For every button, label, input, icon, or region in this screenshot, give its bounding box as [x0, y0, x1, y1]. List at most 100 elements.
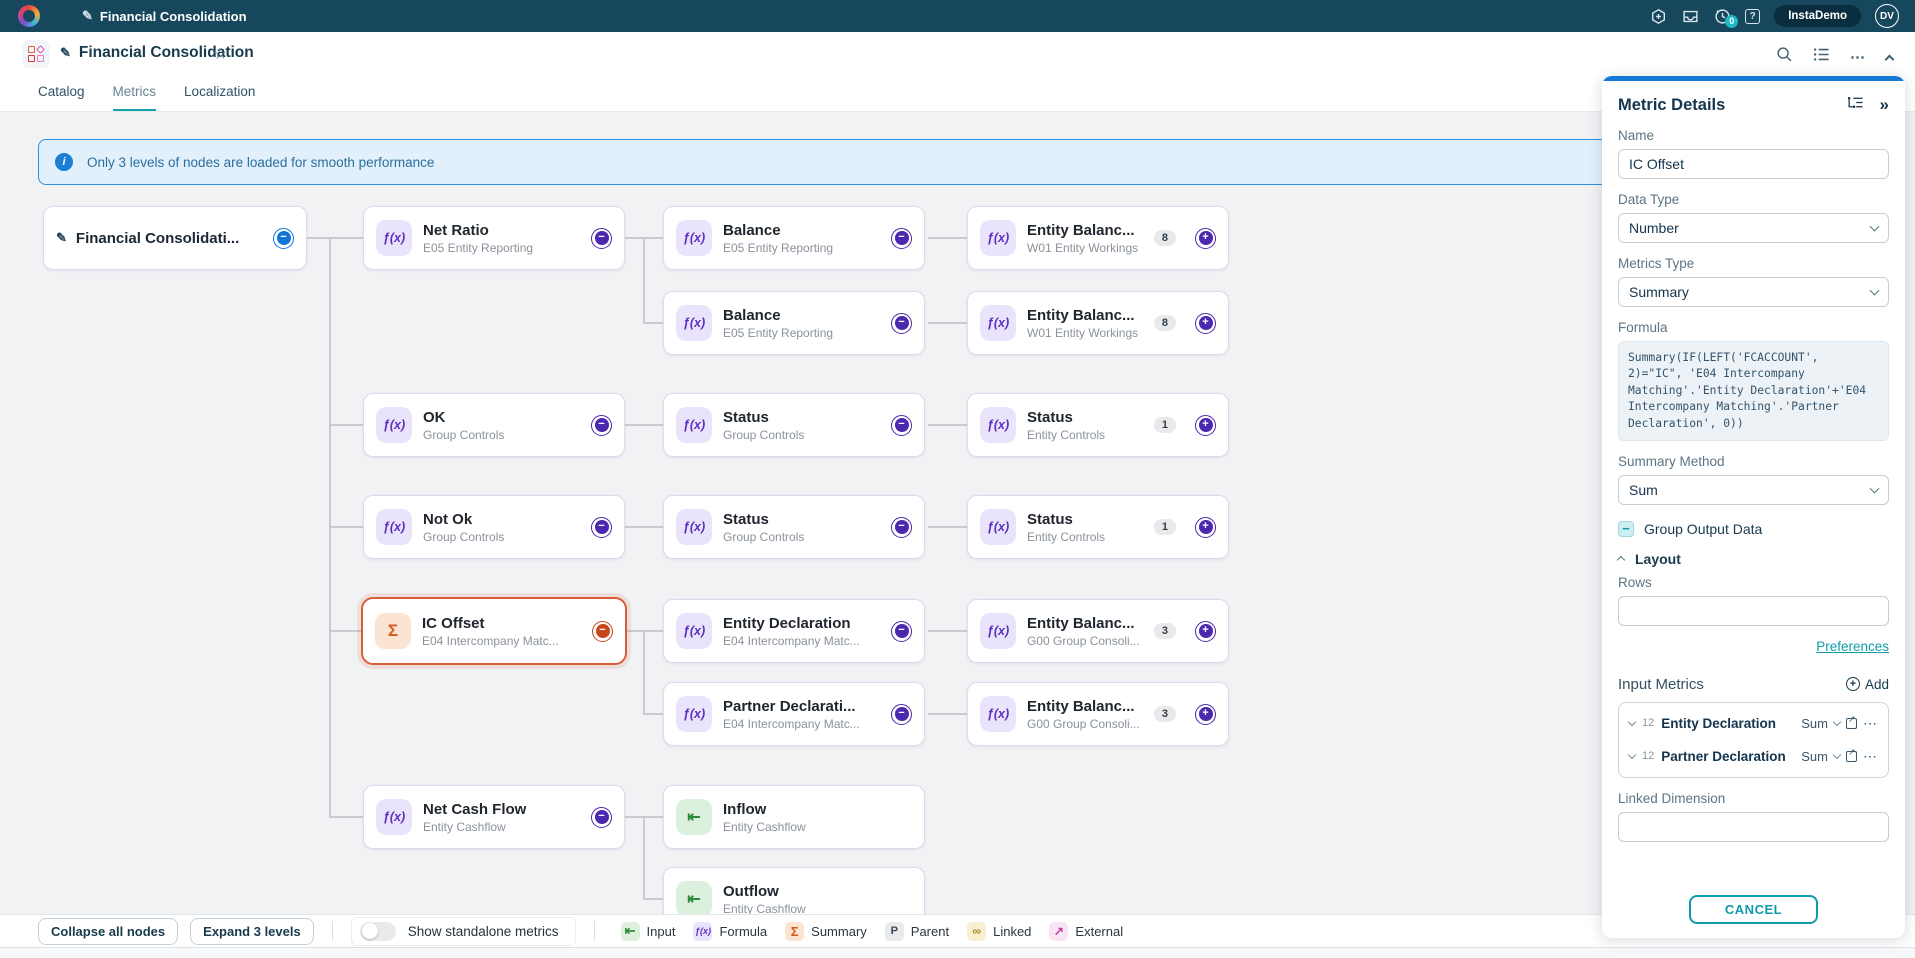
chevron-down-icon[interactable]	[1628, 718, 1636, 726]
number-type-icon: 12	[1642, 717, 1654, 729]
search-icon[interactable]	[1776, 46, 1793, 68]
expand-node-button[interactable]: +	[1195, 621, 1216, 642]
summary-icon: Σ	[375, 613, 411, 649]
metric-node[interactable]: ƒ(x) Entity Balanc...G00 Group Consoli..…	[967, 682, 1229, 746]
app-logo[interactable]	[18, 5, 40, 27]
top-bar: ✎ Financial Consolidation 0 ? InstaDemo …	[0, 0, 1915, 32]
node-title: OK	[423, 409, 504, 426]
formula-icon: ƒ(x)	[980, 696, 1016, 732]
history-icon[interactable]: 0	[1713, 7, 1731, 25]
expand-node-button[interactable]: +	[1195, 228, 1216, 249]
metric-node[interactable]: ƒ(x) Partner Declarati...E04 Intercompan…	[663, 682, 925, 746]
chevron-down-icon[interactable]	[1628, 751, 1636, 759]
collapse-node-button[interactable]: −	[591, 807, 612, 828]
input-metrics-label: Input Metrics	[1618, 676, 1704, 693]
layout-section-header[interactable]: Layout	[1618, 551, 1889, 567]
node-title: Inflow	[723, 801, 806, 818]
row-more-options-icon[interactable]: ⋯	[1863, 748, 1878, 765]
expand-node-button[interactable]: +	[1195, 517, 1216, 538]
chevron-down-icon[interactable]	[1833, 751, 1841, 759]
root-node[interactable]: ✎Financial Consolidati... −	[43, 206, 307, 270]
hierarchy-view-icon[interactable]	[1847, 95, 1864, 115]
metric-node[interactable]: ƒ(x) Not OkGroup Controls −	[363, 495, 625, 559]
expand-levels-button[interactable]: Expand 3 levels	[190, 918, 314, 945]
aggregation-value[interactable]: Sum	[1801, 749, 1828, 764]
collapse-panel-icon[interactable]: »	[1880, 95, 1889, 115]
favorite-star-icon[interactable]: ☆	[213, 44, 227, 64]
metric-node[interactable]: ƒ(x) Entity DeclarationE04 Intercompany …	[663, 599, 925, 663]
metric-node[interactable]: ƒ(x) OKGroup Controls −	[363, 393, 625, 457]
aggregation-value[interactable]: Sum	[1801, 716, 1828, 731]
preferences-link[interactable]: Preferences	[1816, 639, 1889, 654]
open-external-icon[interactable]	[1846, 751, 1857, 762]
tab-metrics[interactable]: Metrics	[113, 84, 157, 112]
name-input[interactable]: IC Offset	[1618, 149, 1889, 179]
collapse-node-button[interactable]: −	[591, 415, 612, 436]
metric-node-selected[interactable]: Σ IC OffsetE04 Intercompany Matc... −	[361, 597, 627, 665]
metric-node[interactable]: ƒ(x) StatusEntity Controls 1 +	[967, 495, 1229, 559]
page-title-text[interactable]: Financial Consolidation	[79, 44, 254, 62]
standalone-metrics-toggle[interactable]	[360, 922, 396, 941]
collapse-header-icon[interactable]	[1885, 54, 1895, 64]
expand-node-button[interactable]: +	[1195, 704, 1216, 725]
collapse-node-button[interactable]: −	[891, 517, 912, 538]
metric-node[interactable]: ƒ(x) Entity Balanc...G00 Group Consoli..…	[967, 599, 1229, 663]
summary-method-select[interactable]: Sum	[1618, 475, 1889, 505]
metric-node[interactable]: ƒ(x) Entity Balanc...W01 Entity Workings…	[967, 291, 1229, 355]
metric-node[interactable]: ⇤ InflowEntity Cashflow	[663, 785, 925, 849]
metric-node[interactable]: ƒ(x) Net RatioE05 Entity Reporting −	[363, 206, 625, 270]
inbox-icon[interactable]	[1681, 7, 1699, 25]
collapse-node-button[interactable]: −	[591, 228, 612, 249]
app-grid-icon[interactable]	[22, 40, 50, 68]
collapse-node-button[interactable]: −	[891, 313, 912, 334]
data-type-select[interactable]: Number	[1618, 213, 1889, 243]
list-view-icon[interactable]	[1813, 47, 1830, 67]
panel-accent-bar	[1602, 76, 1905, 81]
metric-node[interactable]: ƒ(x) StatusGroup Controls −	[663, 495, 925, 559]
expand-node-button[interactable]: +	[1195, 415, 1216, 436]
cancel-button[interactable]: CANCEL	[1689, 895, 1818, 924]
metric-node[interactable]: ⇤ OutflowEntity Cashflow	[663, 867, 925, 914]
collapse-node-button[interactable]: −	[591, 517, 612, 538]
metric-node[interactable]: ƒ(x) Entity Balanc...W01 Entity Workings…	[967, 206, 1229, 270]
metric-node[interactable]: ƒ(x) BalanceE05 Entity Reporting −	[663, 291, 925, 355]
help-icon[interactable]: ?	[1745, 9, 1760, 24]
collapse-node-button[interactable]: −	[891, 704, 912, 725]
expand-node-button[interactable]: +	[1195, 313, 1216, 334]
metric-node[interactable]: ƒ(x) StatusGroup Controls −	[663, 393, 925, 457]
formula-label: Formula	[1618, 320, 1889, 335]
node-subtitle: Group Controls	[423, 530, 504, 544]
chevron-down-icon[interactable]	[1833, 718, 1841, 726]
settings-icon[interactable]	[1649, 7, 1667, 25]
collapse-node-button[interactable]: −	[273, 228, 294, 249]
group-output-checkbox[interactable]: −	[1618, 521, 1634, 537]
collapse-node-button[interactable]: −	[891, 228, 912, 249]
collapse-node-button[interactable]: −	[592, 621, 613, 642]
node-title: Status	[1027, 409, 1105, 426]
open-external-icon[interactable]	[1846, 718, 1857, 729]
more-options-icon[interactable]: ⋯	[1850, 48, 1866, 66]
add-input-metric-button[interactable]: +Add	[1846, 677, 1889, 692]
node-title: Net Ratio	[423, 222, 533, 239]
input-metric-row[interactable]: 12 Partner Declaration Sum ⋯	[1629, 740, 1878, 773]
tab-localization[interactable]: Localization	[184, 84, 255, 112]
legend-label: Formula	[719, 924, 767, 939]
user-avatar[interactable]: DV	[1875, 4, 1899, 28]
formula-value[interactable]: Summary(IF(LEFT('FCACCOUNT', 2)="IC", 'E…	[1618, 341, 1889, 441]
legend-label: Linked	[993, 924, 1031, 939]
linked-dimension-input[interactable]	[1618, 812, 1889, 842]
tab-catalog[interactable]: Catalog	[38, 84, 85, 112]
external-legend-icon: ↗	[1049, 922, 1068, 941]
collapse-node-button[interactable]: −	[891, 621, 912, 642]
metrics-type-select[interactable]: Summary	[1618, 277, 1889, 307]
input-metric-row[interactable]: 12 Entity Declaration Sum ⋯	[1629, 707, 1878, 740]
collapse-node-button[interactable]: −	[891, 415, 912, 436]
metric-node[interactable]: ƒ(x) BalanceE05 Entity Reporting −	[663, 206, 925, 270]
row-more-options-icon[interactable]: ⋯	[1863, 715, 1878, 732]
metric-node[interactable]: ƒ(x) Net Cash FlowEntity Cashflow −	[363, 785, 625, 849]
metric-node[interactable]: ƒ(x) StatusEntity Controls 1 +	[967, 393, 1229, 457]
instademo-button[interactable]: InstaDemo	[1774, 5, 1861, 27]
chevron-down-icon	[1870, 483, 1880, 493]
collapse-all-button[interactable]: Collapse all nodes	[38, 918, 178, 945]
rows-input[interactable]	[1618, 596, 1889, 626]
